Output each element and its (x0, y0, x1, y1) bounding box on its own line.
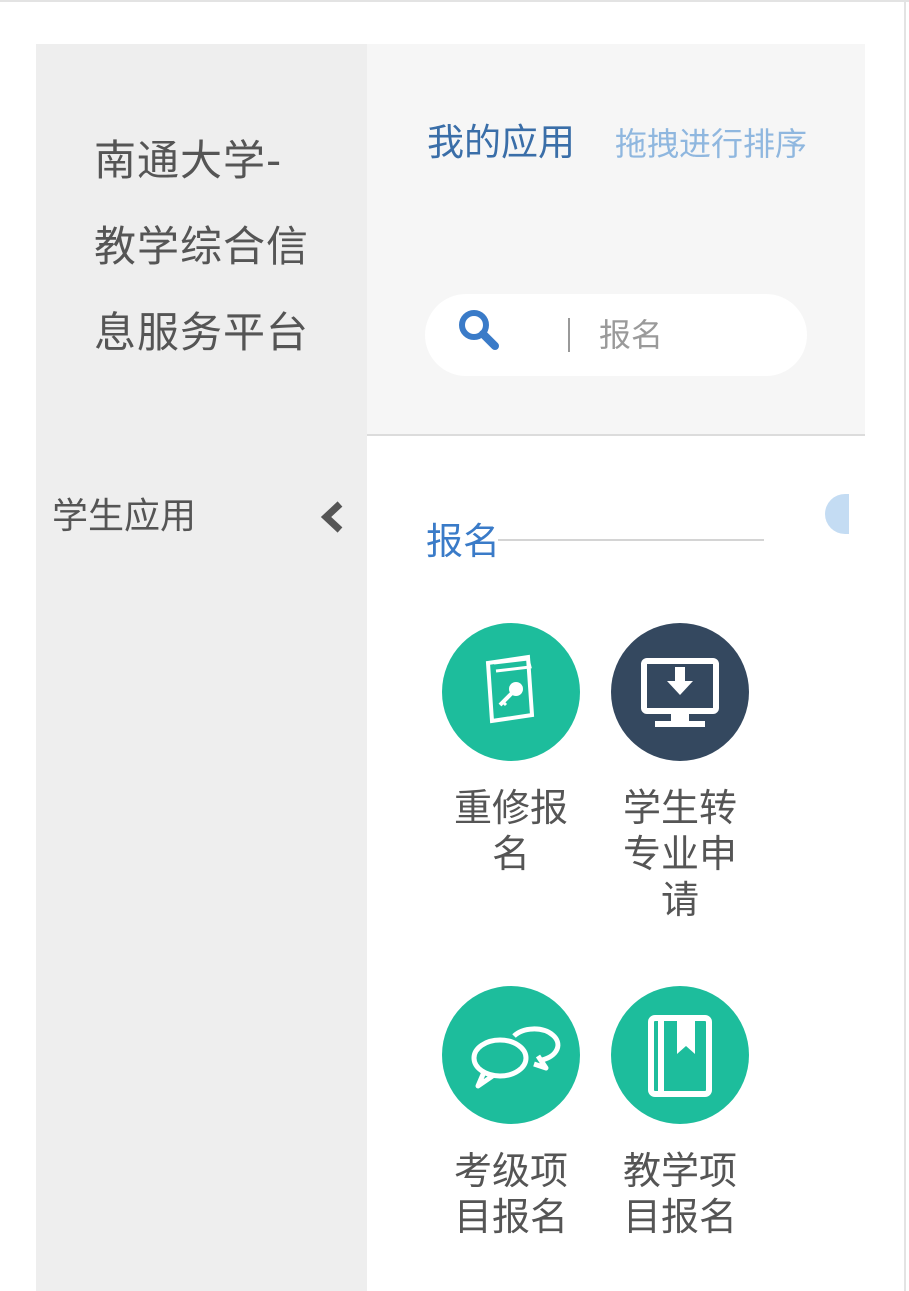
search-icon[interactable] (457, 308, 501, 352)
speech-bubbles-icon (442, 986, 580, 1124)
app-tile-retake-registration[interactable]: 重修报名 (426, 623, 596, 877)
site-title: 南通大学-教学综合信息服务平台 (94, 136, 310, 357)
header-divider (367, 434, 865, 436)
search-box (425, 294, 807, 376)
app-tile-grade-exam-registration[interactable]: 考级项目报名 (426, 986, 596, 1240)
monitor-download-icon (611, 623, 749, 761)
app-label: 教学项目报名 (622, 1149, 737, 1239)
app-tile-major-transfer[interactable]: 学生转专业申请 (595, 623, 765, 923)
search-separator (568, 318, 570, 352)
sidebar-section-student-apps[interactable]: 学生应用 (52, 492, 352, 542)
scroll-indicator (825, 494, 849, 534)
chevron-left-icon[interactable] (316, 500, 350, 534)
bookmark-book-icon (611, 986, 749, 1124)
apps-header: 我的应用 拖拽进行排序 (367, 44, 865, 434)
app-label: 考级项目报名 (453, 1149, 568, 1239)
book-key-icon (442, 623, 580, 761)
top-border (0, 0, 909, 2)
sidebar: 南通大学-教学综合信息服务平台 学生应用 (36, 44, 367, 1291)
app-label: 重修报名 (453, 786, 568, 876)
app-tile-teaching-project-registration[interactable]: 教学项目报名 (595, 986, 765, 1240)
sidebar-section-label: 学生应用 (52, 496, 197, 537)
search-input[interactable] (597, 306, 791, 364)
category-title: 报名 (426, 520, 500, 563)
my-apps-title: 我的应用 (427, 121, 575, 164)
header-title-block: 我的应用 拖拽进行排序 (427, 100, 827, 193)
category-divider (498, 539, 764, 541)
drag-sort-hint: 拖拽进行排序 (615, 125, 808, 163)
app-label: 学生转专业申请 (622, 786, 737, 922)
right-border (904, 0, 906, 1291)
